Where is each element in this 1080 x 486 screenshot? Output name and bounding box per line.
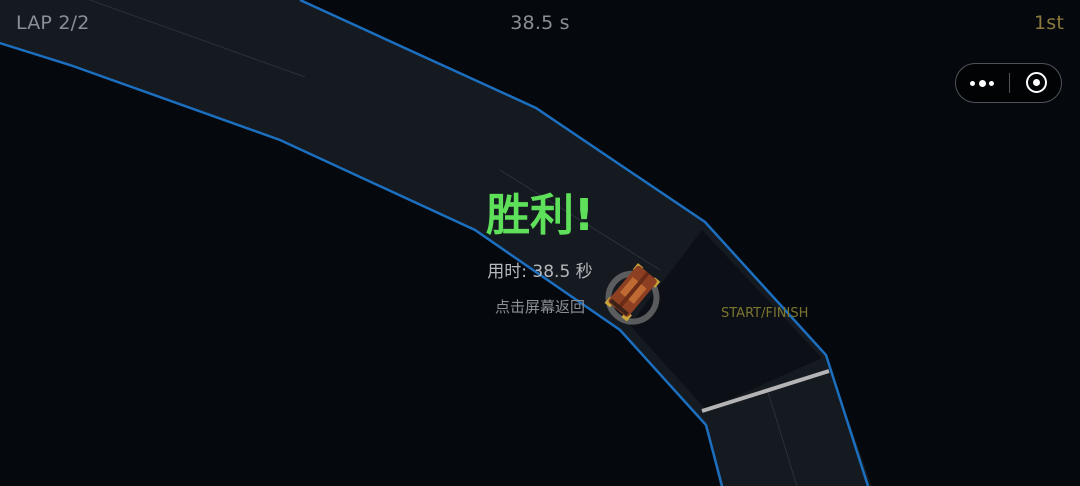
start-finish-label: START/FINISH <box>721 306 809 321</box>
game-canvas[interactable]: LAP 2/2 38.5 s 1st 胜利! 用时: 38.5 秒 点击屏幕返回… <box>0 0 1080 486</box>
race-position: 1st <box>1033 12 1064 34</box>
lap-counter: LAP 2/2 <box>16 12 90 34</box>
close-target-icon[interactable] <box>1010 64 1062 102</box>
miniprogram-capsule <box>955 63 1062 103</box>
more-dots-icon[interactable] <box>956 64 1009 102</box>
victory-overlay[interactable]: 胜利! 用时: 38.5 秒 点击屏幕返回 <box>0 186 1080 317</box>
tap-to-return-hint: 点击屏幕返回 <box>494 298 585 316</box>
victory-title: 胜利! <box>485 190 595 241</box>
finish-time: 用时: 38.5 秒 <box>487 262 593 282</box>
